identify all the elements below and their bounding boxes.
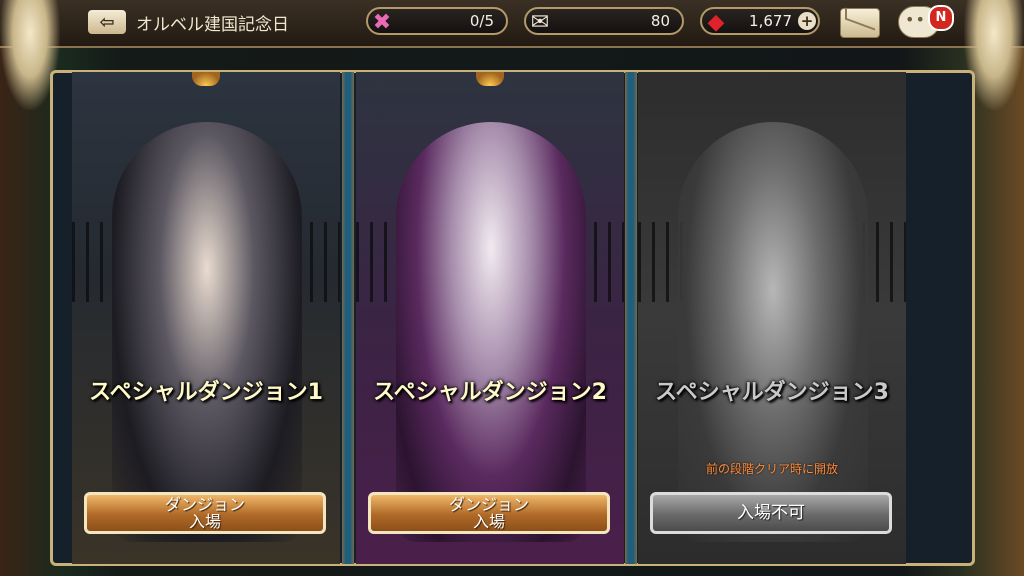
enter-dungeon-1-button[interactable]: ダンジョン 入場: [84, 492, 326, 534]
dungeon-title-1: スペシャルダンジョン1: [89, 380, 323, 405]
dungeon-title-3: スペシャルダンジョン3: [655, 380, 889, 405]
dungeon-card-3: スペシャルダンジョン3 前の段階クリア時に開放 入場不可: [638, 72, 906, 564]
character-portrait-2: [396, 122, 586, 542]
dungeon-title-2: スペシャルダンジョン2: [373, 380, 607, 405]
enter-dungeon-2-button[interactable]: ダンジョン 入場: [368, 492, 610, 534]
ticket-counter: ✉ 80: [524, 7, 684, 35]
ticket-value: 80: [650, 12, 670, 30]
back-button[interactable]: ⇦ オルベル建国記念日: [88, 6, 289, 38]
dungeon-card-2[interactable]: スペシャルダンジョン2 ダンジョン 入場: [356, 72, 624, 564]
button-label-line1: ダンジョン: [448, 495, 529, 514]
mail-button[interactable]: [840, 8, 880, 38]
gem-value: 1,677: [749, 12, 792, 30]
add-gems-button[interactable]: +: [798, 12, 816, 30]
entry-unavailable-button[interactable]: 入場不可: [650, 492, 892, 534]
event-title: オルベル建国記念日: [136, 14, 289, 35]
button-label-line1: 入場不可: [737, 502, 805, 523]
red-gem-icon: ◆: [707, 9, 725, 35]
back-arrow-icon: ⇦: [88, 10, 126, 34]
lamp-icon: [476, 72, 504, 86]
crossed-swords-icon: ✖: [372, 9, 392, 35]
stamina-counter: ✖ 0/5: [366, 7, 508, 35]
character-portrait-1: [112, 122, 302, 542]
ticket-icon: ✉: [530, 9, 550, 35]
button-label-line2: 入場: [472, 512, 505, 531]
button-label-line2: 入場: [188, 512, 221, 531]
character-portrait-3: [678, 122, 868, 542]
notification-badge: N: [928, 5, 954, 31]
stamina-value: 0/5: [469, 12, 494, 30]
dungeon-card-1[interactable]: スペシャルダンジョン1 ダンジョン 入場: [72, 72, 340, 564]
button-label-line1: ダンジョン: [164, 495, 245, 514]
lamp-icon: [192, 72, 220, 86]
panel-divider: [342, 72, 354, 564]
unlock-condition-note: 前の段階クリア時に開放: [705, 462, 838, 476]
panel-divider: [625, 72, 637, 564]
gem-counter: ◆ 1,677 +: [700, 7, 820, 35]
